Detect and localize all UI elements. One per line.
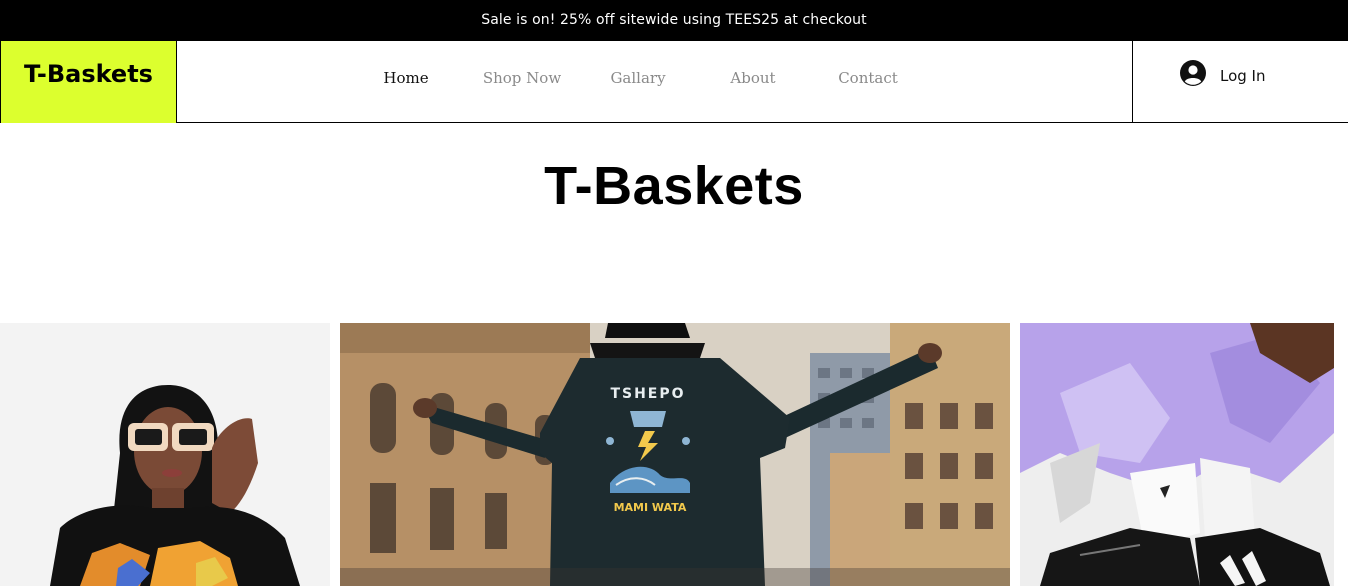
gallery: TSHEPO MAMI WATA [0,323,1348,586]
nav-shop-now[interactable]: Shop Now [452,69,592,87]
main-nav: Home Shop Now Gallary About Contact [360,41,914,115]
man-jacket-city-photo: TSHEPO MAMI WATA [340,323,1010,586]
site-header: T-Baskets Home Shop Now Gallary About Co… [0,40,1348,123]
gallery-image-woman[interactable] [0,323,330,586]
login-label: Log In [1220,66,1266,85]
nav-gallary[interactable]: Gallary [592,69,684,87]
gallery-image-jacket[interactable]: TSHEPO MAMI WATA [340,323,1010,586]
logo[interactable]: T-Baskets [0,41,177,123]
gallery-image-sneakers[interactable] [1020,323,1334,586]
jacket-text-bottom: MAMI WATA [614,501,687,514]
account-icon [1180,60,1206,91]
nav-home[interactable]: Home [360,69,452,87]
logo-text: T-Baskets [24,60,153,88]
sneakers-socks-photo [1020,323,1334,586]
nav-about[interactable]: About [684,69,822,87]
announcement-bar: Sale is on! 25% off sitewide using TEES2… [0,0,1348,40]
woman-sunglasses-photo [0,323,330,586]
announcement-text: Sale is on! 25% off sitewide using TEES2… [481,12,867,28]
login-button[interactable]: Log In [1180,60,1266,91]
jacket-text-top: TSHEPO [610,386,685,402]
nav-contact[interactable]: Contact [822,69,914,87]
login-area: Log In [1132,41,1348,123]
page-title: T-Baskets [544,156,804,216]
